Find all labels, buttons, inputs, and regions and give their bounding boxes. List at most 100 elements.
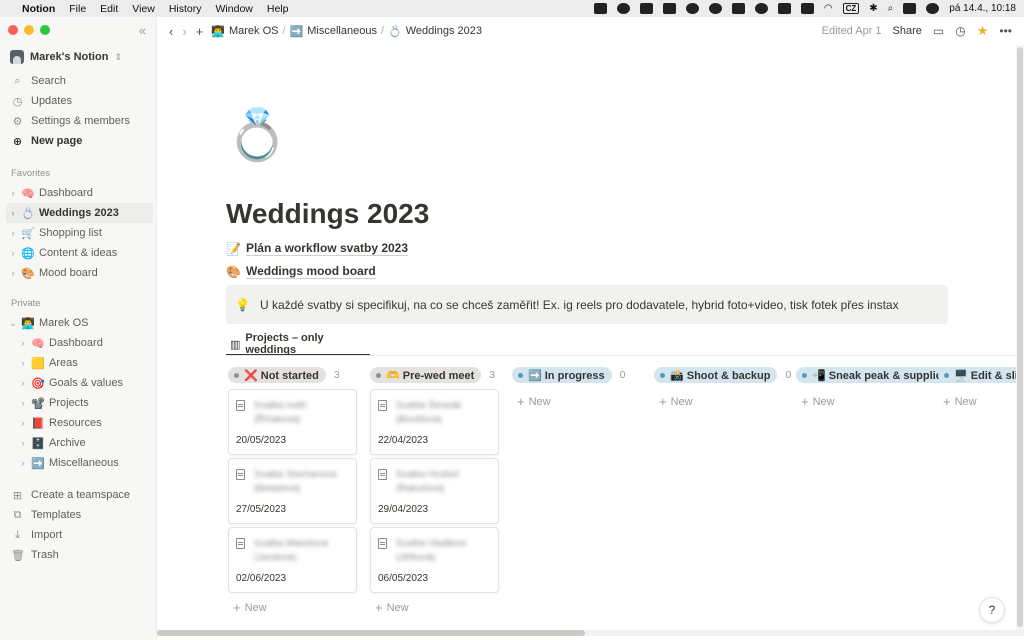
sidebar-item-weddings-2023[interactable]: › 💍 Weddings 2023 <box>6 203 153 223</box>
siri-icon[interactable] <box>926 3 940 14</box>
chevron-right-icon[interactable]: › <box>16 438 30 448</box>
help-button[interactable]: ? <box>979 597 1005 623</box>
bluetooth-icon[interactable]: ✱ <box>869 3 877 14</box>
board-card[interactable]: Svatba Stechanová (Betadová) 27/05/2023 <box>228 458 357 524</box>
history-clock-icon[interactable]: ◷ <box>955 24 965 38</box>
board-column-header[interactable]: 🫶 Pre-wed meet 3 <box>370 367 495 383</box>
sidebar-create-teamspace[interactable]: ⊞ Create a teamspace <box>11 486 130 504</box>
chevron-right-icon[interactable]: › <box>6 208 20 218</box>
chevron-right-icon[interactable]: › <box>16 338 30 348</box>
keyboard-layout[interactable]: CZ <box>842 3 860 14</box>
board-column-header[interactable]: ➡️ In progress 0 <box>512 367 626 383</box>
sidebar-item-content-ideas[interactable]: › 🌐 Content & ideas <box>6 243 153 263</box>
close-window-button[interactable] <box>8 25 18 35</box>
battery-icon[interactable] <box>800 3 814 14</box>
page-title[interactable]: Weddings 2023 <box>226 198 429 230</box>
breadcrumb-miscellaneous[interactable]: Miscellaneous <box>307 25 377 37</box>
tray-app-icon[interactable] <box>616 3 630 14</box>
vertical-scrollbar[interactable] <box>1016 45 1024 630</box>
new-card-button[interactable]: + New <box>801 394 835 409</box>
tray-app-icon[interactable] <box>593 3 607 14</box>
new-card-button[interactable]: + New <box>233 600 267 615</box>
wifi-icon[interactable]: ◠ <box>824 3 833 14</box>
sidebar-item-areas[interactable]: › 🟨 Areas <box>16 353 153 373</box>
callout-block[interactable]: 💡 U každé svatby si specifikuj, na co se… <box>226 285 948 324</box>
sidebar-item-shopping-list[interactable]: › 🛒 Shopping list <box>6 223 153 243</box>
zoom-window-button[interactable] <box>40 25 50 35</box>
tray-app-icon[interactable] <box>731 3 745 14</box>
menu-view[interactable]: View <box>132 3 155 15</box>
private-heading[interactable]: Private <box>11 298 41 309</box>
more-options-icon[interactable]: ••• <box>999 24 1012 38</box>
workspace-switcher[interactable]: Marek's Notion ⇕ <box>10 50 122 64</box>
board-card[interactable]: Svatba Marešová (Jandová) 02/06/2023 <box>228 527 357 593</box>
minimize-window-button[interactable] <box>24 25 34 35</box>
spotlight-icon[interactable]: ⌕ <box>888 3 894 14</box>
tab-projects-only-weddings[interactable]: ▥ Projects – only weddings <box>226 332 370 356</box>
control-center-icon[interactable] <box>903 3 917 14</box>
sidebar-search[interactable]: ⌕ Search <box>11 72 65 90</box>
board-card[interactable]: Svatba Vladikovi (Jiříková) 06/05/2023 <box>370 527 499 593</box>
menu-file[interactable]: File <box>69 3 86 15</box>
board-card[interactable]: Svatba Hrubeš (Rakušová) 29/04/2023 <box>370 458 499 524</box>
chevron-right-icon[interactable]: › <box>6 248 20 258</box>
sidebar-trash[interactable]: 🗑 Trash <box>11 546 59 564</box>
share-button[interactable]: Share <box>893 25 922 37</box>
sidebar-item-mood-board[interactable]: › 🎨 Mood board <box>6 263 153 283</box>
chevron-right-icon[interactable]: › <box>16 358 30 368</box>
board-card[interactable]: Svatba Iveth (Říhaková) 20/05/2023 <box>228 389 357 455</box>
menu-history[interactable]: History <box>169 3 202 15</box>
menu-edit[interactable]: Edit <box>100 3 118 15</box>
sidebar-item-dashboard[interactable]: › 🧠 Dashboard <box>6 183 153 203</box>
new-page-plus-icon[interactable]: + <box>196 24 204 39</box>
board-column-header[interactable]: 📲 Sneak peak & suppliers <box>796 367 960 383</box>
tray-app-icon[interactable] <box>662 3 676 14</box>
sidebar-item-miscellaneous[interactable]: › ➡️ Miscellaneous <box>16 453 153 473</box>
tray-app-icon[interactable] <box>685 3 699 14</box>
chevron-right-icon[interactable]: › <box>16 398 30 408</box>
sidebar-item-archive[interactable]: › 🗄️ Archive <box>16 433 153 453</box>
menu-window[interactable]: Window <box>216 3 253 15</box>
breadcrumb-marek-os[interactable]: Marek OS <box>229 25 279 37</box>
chevron-right-icon[interactable]: › <box>16 418 30 428</box>
page-icon[interactable]: 💍 <box>226 110 288 160</box>
tray-app-icon[interactable] <box>754 3 768 14</box>
sidebar-settings[interactable]: ⚙ Settings & members <box>11 112 130 130</box>
new-card-button[interactable]: + New <box>943 394 977 409</box>
sidebar-templates[interactable]: ⧉ Templates <box>11 506 82 524</box>
favorite-star-icon[interactable]: ★ <box>977 23 989 39</box>
page-link-workflow[interactable]: 📝 Plán a workflow svatby 2023 <box>226 241 409 256</box>
back-arrow-icon[interactable]: ‹ <box>169 24 173 39</box>
forward-arrow-icon[interactable]: › <box>182 24 186 39</box>
chevron-right-icon[interactable]: › <box>6 188 20 198</box>
chevron-right-icon[interactable]: › <box>16 378 30 388</box>
board-card[interactable]: Svatba Šerarák (Bouřilová) 22/04/2023 <box>370 389 499 455</box>
board-column-header[interactable]: 📸 Shoot & backup 0 <box>654 367 791 383</box>
tray-app-icon[interactable] <box>777 3 791 14</box>
new-card-button[interactable]: + New <box>517 394 551 409</box>
comment-icon[interactable]: ▭ <box>933 24 944 38</box>
menu-help[interactable]: Help <box>267 3 289 15</box>
sidebar-updates[interactable]: ◷ Updates <box>11 92 72 110</box>
menubar-clock[interactable]: pá 14.4., 10:18 <box>949 3 1016 14</box>
board-column-header[interactable]: 🖥️ Edit & slide <box>938 367 1024 383</box>
sidebar-item-goals-values[interactable]: › 🎯 Goals & values <box>16 373 153 393</box>
breadcrumb-weddings-2023[interactable]: Weddings 2023 <box>406 25 482 37</box>
sidebar-item-marek-os[interactable]: ⌄ 👨‍💻 Marek OS <box>6 313 153 333</box>
horizontal-scrollbar[interactable] <box>157 630 1024 636</box>
sidebar-new-page[interactable]: ⊕ New page <box>11 132 82 150</box>
new-card-button[interactable]: + New <box>375 600 409 615</box>
new-card-button[interactable]: + New <box>659 394 693 409</box>
sidebar-import[interactable]: ⤓ Import <box>11 526 62 544</box>
sidebar-item-projects[interactable]: › 📽️ Projects <box>16 393 153 413</box>
tray-app-icon[interactable] <box>639 3 653 14</box>
chevron-right-icon[interactable]: › <box>6 228 20 238</box>
menu-app-name[interactable]: Notion <box>22 3 55 15</box>
chevron-down-icon[interactable]: ⌄ <box>6 318 20 329</box>
favorites-heading[interactable]: Favorites <box>11 168 50 179</box>
board-column-header[interactable]: ❌ Not started 3 <box>228 367 340 383</box>
collapse-sidebar-icon[interactable]: « <box>139 23 146 38</box>
sidebar-item-resources[interactable]: › 📕 Resources <box>16 413 153 433</box>
chevron-right-icon[interactable]: › <box>6 268 20 278</box>
page-link-mood-board[interactable]: 🎨 Weddings mood board <box>226 264 376 279</box>
